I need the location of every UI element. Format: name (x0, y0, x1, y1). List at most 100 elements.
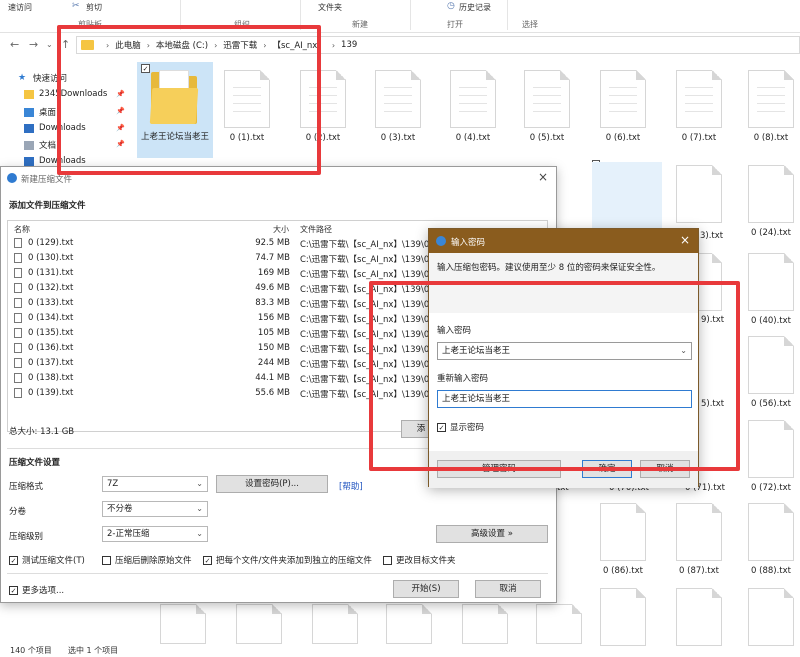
dialog-titlebar: 输入密码 × (429, 229, 698, 253)
chevron-down-icon: ⌄ (196, 529, 203, 538)
file-path-cell: C:\迅雷下载\【sc_AI_nx】\139\0 (300, 255, 430, 265)
file-item[interactable] (664, 588, 734, 646)
close-icon[interactable]: × (680, 233, 690, 247)
file-item[interactable] (374, 604, 444, 644)
text-file-icon (14, 328, 22, 338)
delete-after-checkbox[interactable]: 压缩后删除原始文件 (102, 554, 192, 566)
checkbox-checked-icon: ✓ (9, 555, 18, 565)
more-options-checkbox[interactable]: ✓ 更多选项... (9, 584, 64, 596)
column-size[interactable]: 大小 (273, 224, 289, 235)
file-item[interactable]: 0 (56).txt (736, 336, 800, 409)
file-item[interactable] (524, 604, 594, 644)
text-file-icon (676, 588, 722, 646)
file-item[interactable]: 0 (72).txt (736, 420, 800, 493)
nav-item-label: 文档 (39, 141, 57, 151)
forward-arrow-icon[interactable]: → (29, 38, 38, 51)
file-name: 0 (40).txt (751, 316, 791, 326)
column-path[interactable]: 文件路径 (300, 224, 332, 235)
file-path-cell: C:\迅雷下载\【sc_AI_nx】\139\0 (300, 270, 430, 280)
nav-item-documents[interactable]: 文档 (24, 139, 56, 151)
file-size-cell: 156 MB (257, 313, 290, 323)
text-file-icon (236, 604, 282, 644)
file-name: 0 (5).txt (529, 133, 565, 143)
cancel-button[interactable]: 取消 (475, 580, 541, 598)
ribbon-divider (507, 0, 508, 30)
split-value: 不分卷 (107, 504, 133, 514)
document-icon (24, 140, 34, 150)
file-item[interactable] (224, 604, 294, 644)
file-size-cell: 55.6 MB (255, 388, 290, 398)
checkbox-label: 压缩后删除原始文件 (115, 556, 192, 566)
file-path-cell: C:\迅雷下载\【sc_AI_nx】\139\0 (300, 240, 430, 250)
quick-access-label[interactable]: 速访问 (8, 2, 32, 13)
file-item[interactable] (588, 588, 658, 646)
file-item[interactable]: 0 (88).txt (736, 503, 800, 576)
close-icon[interactable]: × (538, 170, 548, 184)
cut-button[interactable]: 剪切 (86, 2, 102, 13)
chevron-down-icon: ⌄ (196, 504, 203, 513)
text-file-icon (14, 343, 22, 353)
text-file-icon (748, 336, 794, 394)
split-select[interactable]: 不分卷 ⌄ (102, 501, 208, 517)
file-name: 0 (72).txt (751, 483, 791, 493)
text-file-icon (462, 604, 508, 644)
chevron-down-icon[interactable]: ⌄ (46, 40, 53, 49)
start-button[interactable]: 开始(S) (393, 580, 459, 598)
history-button[interactable]: 历史记录 (459, 2, 491, 13)
column-name[interactable]: 名称 (14, 224, 30, 235)
breadcrumb-item[interactable]: 139 (341, 40, 357, 50)
file-size-cell: 49.6 MB (255, 283, 290, 293)
file-item[interactable]: 0 (86).txt (588, 503, 658, 576)
text-file-icon (14, 253, 22, 263)
file-item[interactable]: 0 (5).txt (512, 70, 582, 143)
file-item[interactable] (664, 165, 734, 223)
file-item[interactable] (300, 604, 370, 644)
text-file-icon (312, 604, 358, 644)
file-name-cell: 0 (131).txt (28, 268, 74, 278)
new-folder-button[interactable]: 文件夹 (318, 2, 342, 13)
file-size-cell: 244 MB (257, 358, 290, 368)
text-file-icon (536, 604, 582, 644)
app-icon (7, 173, 17, 183)
level-label: 压缩级别 (9, 532, 44, 542)
level-select[interactable]: 2-正常压缩 ⌄ (102, 526, 208, 542)
file-item[interactable] (736, 588, 800, 646)
text-file-icon (748, 420, 794, 478)
file-item[interactable]: 0 (7).txt (664, 70, 734, 143)
text-file-icon (450, 70, 496, 128)
file-item[interactable]: 0 (24).txt (736, 165, 800, 238)
text-file-icon (524, 70, 570, 128)
split-label: 分卷 (9, 507, 27, 517)
advanced-settings-button[interactable]: 高级设置 » (436, 525, 548, 543)
file-item[interactable]: 0 (8).txt (736, 70, 800, 143)
format-select[interactable]: 7Z ⌄ (102, 476, 208, 492)
format-value: 7Z (107, 479, 119, 489)
text-file-icon (14, 238, 22, 248)
back-arrow-icon[interactable]: ← (10, 38, 19, 51)
file-item[interactable] (148, 604, 218, 644)
text-file-icon (748, 253, 794, 311)
file-name-cell: 0 (132).txt (28, 283, 74, 293)
nav-item-desktop[interactable]: 桌面 (24, 106, 56, 118)
file-item[interactable]: 0 (40).txt (736, 253, 800, 326)
scissors-icon: ✂ (72, 1, 80, 11)
text-file-icon (748, 165, 794, 223)
file-size-cell: 150 MB (257, 343, 290, 353)
file-size-cell: 83.3 MB (255, 298, 290, 308)
set-password-button[interactable]: 设置密码(P)... (216, 475, 328, 493)
file-item[interactable] (450, 604, 520, 644)
file-item[interactable]: 0 (3).txt (363, 70, 433, 143)
change-target-checkbox[interactable]: 更改目标文件夹 (383, 554, 456, 566)
file-item[interactable]: 0 (4).txt (438, 70, 508, 143)
section-title: 添加文件到压缩文件 (9, 201, 86, 211)
test-archive-checkbox[interactable]: ✓ 测试压缩文件(T) (9, 554, 85, 566)
file-name: 0 (88).txt (751, 566, 791, 576)
file-item[interactable]: 0 (87).txt (664, 503, 734, 576)
hover-highlight (592, 162, 662, 228)
help-link[interactable]: [帮助] (339, 480, 363, 492)
file-item[interactable]: 0 (6).txt (588, 70, 658, 143)
text-file-icon (14, 268, 22, 278)
text-file-icon (676, 165, 722, 223)
separate-archives-checkbox[interactable]: ✓ 把每个文件/文件夹添加到独立的压缩文件 (203, 554, 372, 566)
text-file-icon (676, 70, 722, 128)
